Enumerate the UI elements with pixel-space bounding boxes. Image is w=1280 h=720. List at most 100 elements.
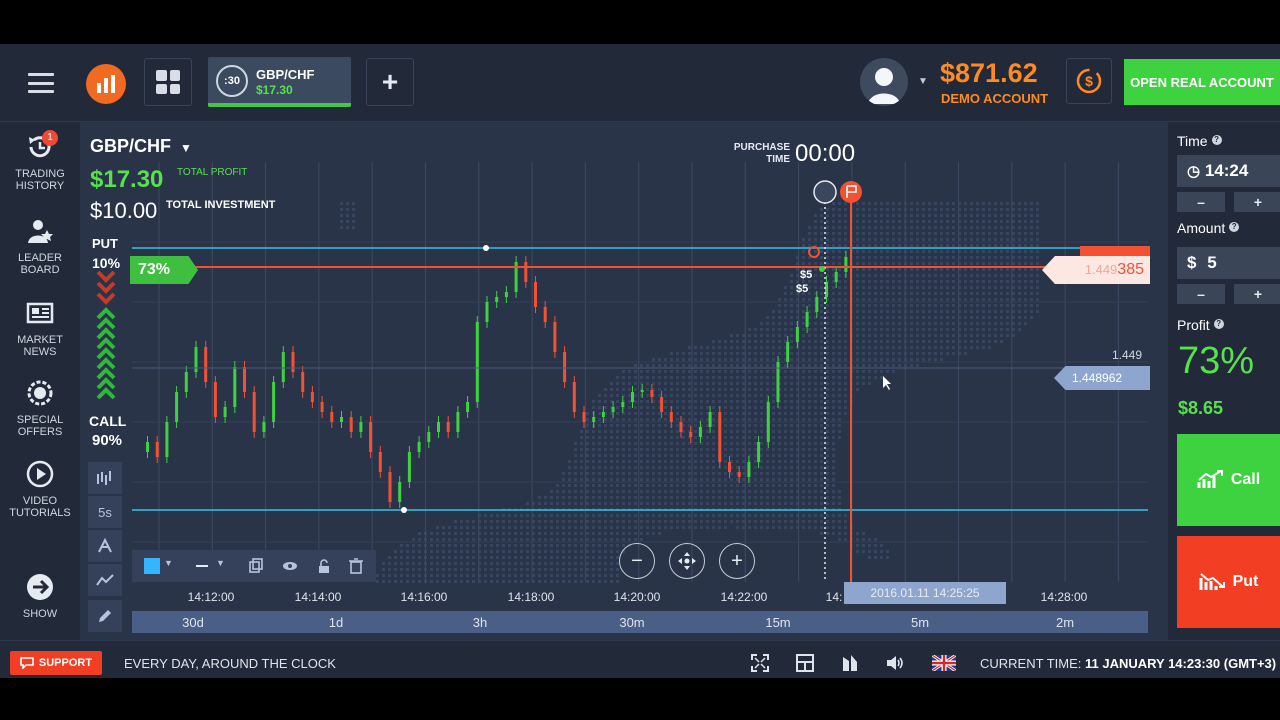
map-dot — [1012, 292, 1015, 295]
zoom-in-button[interactable]: + — [719, 543, 755, 579]
zoom-out-button[interactable]: − — [619, 543, 655, 579]
support-button[interactable]: SUPPORT — [10, 651, 102, 675]
sidebar-item-special-offers[interactable]: SPECIAL OFFERS — [0, 378, 80, 438]
map-dot — [808, 454, 811, 457]
timeframe-button[interactable]: 5s — [88, 496, 122, 528]
open-real-account-button[interactable]: OPEN REAL ACCOUNT — [1124, 59, 1280, 105]
chart-area[interactable]: $5 $5 GBP/CHF ▼ $17.30 TOTAL PROFIT $10.0… — [80, 122, 1168, 640]
map-dot — [676, 394, 679, 397]
help-icon[interactable]: ? — [1211, 135, 1222, 145]
map-dot — [748, 502, 751, 505]
map-dot — [880, 370, 883, 373]
fullscreen-icon[interactable] — [750, 653, 770, 673]
map-dot — [754, 496, 757, 499]
asset-selector[interactable]: GBP/CHF ▼ — [90, 136, 192, 157]
map-dot — [844, 400, 847, 403]
brand-logo[interactable] — [86, 64, 126, 104]
sidebar-item-trading-history[interactable]: 1 TRADING HISTORY — [0, 130, 80, 192]
map-dot — [1000, 208, 1003, 211]
candle-body — [737, 472, 741, 477]
user-avatar[interactable] — [860, 58, 908, 106]
expiry-time-field[interactable]: ◷ 14:24 — [1177, 155, 1280, 187]
map-dot — [814, 352, 817, 355]
map-dot — [580, 472, 583, 475]
add-asset-tab-button[interactable]: + — [366, 58, 414, 106]
sidebar-item-label: LEADER BOARD — [17, 252, 63, 276]
period-option[interactable]: 2m — [1056, 615, 1074, 630]
help-icon[interactable]: ? — [1229, 222, 1240, 232]
account-type-label[interactable]: DEMO ACCOUNT — [941, 91, 1048, 106]
trash-icon[interactable] — [348, 558, 364, 574]
period-option[interactable]: 5m — [911, 615, 929, 630]
map-dot — [910, 364, 913, 367]
map-dot — [586, 442, 589, 445]
map-dot — [826, 262, 829, 265]
sidebar-item-market-news[interactable]: MARKET NEWS — [0, 298, 80, 358]
sidebar-item-show[interactable]: SHOW — [0, 572, 80, 620]
map-dot — [868, 310, 871, 313]
map-dot — [820, 394, 823, 397]
chart-theme-icon[interactable] — [840, 653, 860, 673]
eye-icon[interactable] — [282, 558, 298, 574]
map-dot — [814, 454, 817, 457]
map-dot — [586, 472, 589, 475]
color-swatch[interactable] — [144, 558, 160, 574]
period-option[interactable]: 1d — [329, 615, 343, 630]
indicators-button[interactable] — [88, 530, 122, 562]
call-button[interactable]: Call — [1177, 434, 1280, 526]
map-dot — [856, 208, 859, 211]
candle-body — [175, 392, 179, 422]
menu-button[interactable] — [20, 66, 62, 100]
chevron-down-icon[interactable]: ▼ — [164, 558, 180, 574]
map-dot — [574, 478, 577, 481]
map-dot — [604, 424, 607, 427]
assets-grid-button[interactable] — [144, 58, 192, 106]
map-dot — [862, 292, 865, 295]
period-option[interactable]: 30m — [619, 615, 644, 630]
line-style-icon[interactable] — [196, 565, 208, 567]
chevron-down-icon[interactable]: ▼ — [216, 558, 232, 574]
layout-icon[interactable] — [795, 653, 815, 673]
map-dot — [916, 250, 919, 253]
account-balance[interactable]: $871.62 — [940, 58, 1038, 89]
time-plus-button[interactable]: + — [1234, 192, 1280, 212]
amount-minus-button[interactable]: – — [1177, 284, 1225, 304]
chevron-down-icon[interactable]: ▼ — [916, 74, 930, 88]
unlock-icon[interactable] — [316, 558, 332, 574]
map-dot — [526, 550, 529, 553]
asset-tab-gbpchf[interactable]: :30 GBP/CHF $17.30 — [208, 57, 351, 107]
recenter-button[interactable] — [669, 543, 705, 579]
map-dot — [814, 280, 817, 283]
help-icon[interactable]: ? — [1213, 319, 1224, 329]
chart-type-button[interactable] — [88, 462, 122, 494]
sound-icon[interactable] — [885, 653, 905, 673]
line-tool-button[interactable] — [88, 564, 122, 596]
amount-plus-button[interactable]: + — [1234, 284, 1280, 304]
put-button[interactable]: Put — [1177, 536, 1280, 628]
map-dot — [598, 574, 601, 577]
deposit-button[interactable]: $ — [1066, 58, 1112, 104]
map-dot — [814, 376, 817, 379]
time-minus-button[interactable]: – — [1177, 192, 1225, 212]
map-dot — [898, 298, 901, 301]
period-option[interactable]: 15m — [765, 615, 790, 630]
sidebar-item-leader-board[interactable]: LEADER BOARD — [0, 216, 80, 276]
copy-icon[interactable] — [248, 558, 264, 574]
map-dot — [892, 226, 895, 229]
map-dot — [814, 214, 817, 217]
map-dot — [688, 478, 691, 481]
sidebar-item-video-tutorials[interactable]: VIDEO TUTORIALS — [0, 459, 80, 519]
map-dot — [658, 460, 661, 463]
draw-button[interactable] — [88, 600, 122, 632]
map-dot — [784, 424, 787, 427]
amount-field[interactable]: $ 5 — [1177, 247, 1280, 279]
map-dot — [814, 238, 817, 241]
period-option[interactable]: 30d — [182, 615, 204, 630]
map-dot — [964, 250, 967, 253]
map-dot — [520, 550, 523, 553]
map-dot — [862, 532, 865, 535]
map-dot — [652, 502, 655, 505]
period-option[interactable]: 3h — [473, 615, 487, 630]
uk-flag-icon[interactable] — [932, 655, 956, 671]
map-dot — [826, 454, 829, 457]
